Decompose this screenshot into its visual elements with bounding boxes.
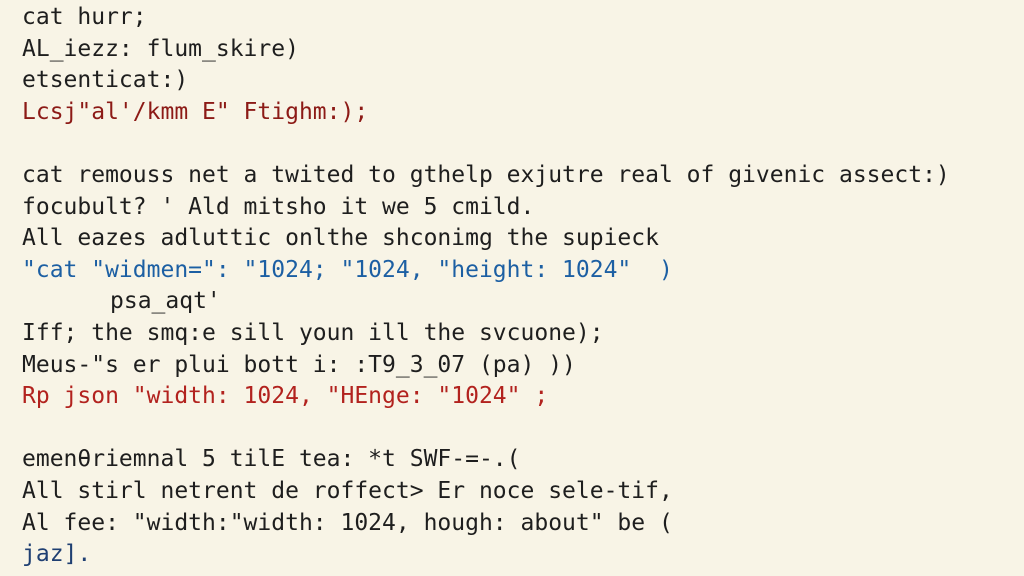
terminal-line-10: psa_aqt' [110, 288, 221, 315]
terminal-line-8: All eazes adluttic onlthe shconimg the s… [22, 225, 659, 252]
terminal-line-5 [22, 128, 1024, 160]
terminal-line-7: focubult? ' Ald mitsho it we 5 cmild. [22, 193, 535, 220]
terminal-line-3: etsenticat:) [22, 67, 189, 94]
terminal-line-14 [22, 413, 1024, 445]
terminal-line-16: All stirl netrent de roffect> Er noce se… [22, 477, 673, 504]
terminal-line-4: Lcsj"al'/kmm E" Ftighm:); [22, 98, 369, 125]
terminal-line-17: Al fee: "width:"width: 1024, hough: abou… [22, 509, 673, 536]
terminal-line-1: cat hurr; [22, 4, 147, 30]
terminal-line-13: Rp json "width: 1024, "HEnge: "1024" ; [22, 383, 549, 410]
terminal-line-2: AL_iezz: flum_skire) [22, 35, 299, 62]
terminal-line-11: Iff; the smq:e sill youn ill the svcuone… [22, 319, 604, 346]
terminal-line-18: jaz]. [22, 541, 92, 568]
terminal-line-15: emenθriemnal 5 tilE tea: *t SWF-=-.( [22, 446, 521, 473]
terminal-line-9: "cat "widmen=": "1024; "1024, "height: 1… [22, 256, 673, 283]
terminal-line-6: cat remouss net a twited to gthelp exjut… [22, 161, 950, 188]
terminal-line-12: Meus-"s er plui bott i: :T9_3_07 (pa) )) [22, 351, 576, 378]
terminal-window: cat hurr; AL_iezz: flum_skire) etsentica… [0, 0, 1024, 576]
